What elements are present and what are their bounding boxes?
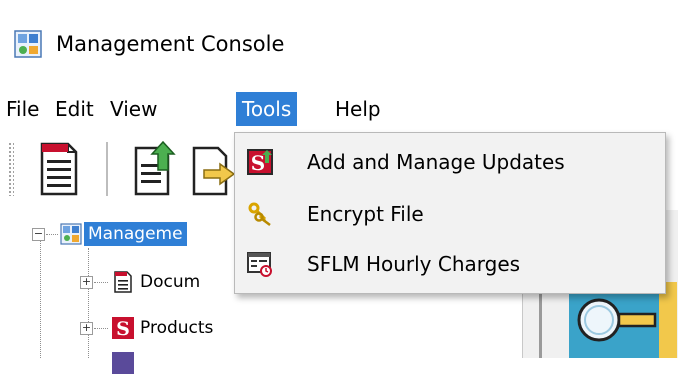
menu-item-sflm-hourly-charges[interactable]: SFLM Hourly Charges	[235, 239, 665, 289]
toolbar-grip[interactable]	[8, 142, 14, 196]
document-export-icon[interactable]	[190, 140, 236, 198]
menu-item-label: Encrypt File	[307, 202, 424, 226]
document-icon	[114, 271, 132, 293]
toolbar-separator	[106, 142, 108, 196]
tree-line	[88, 248, 89, 358]
menu-item-label: SFLM Hourly Charges	[307, 252, 521, 276]
menu-item-encrypt-file[interactable]: Encrypt File	[235, 189, 665, 239]
title-bar: Management Console	[0, 0, 678, 87]
tree-collapse-root[interactable]: −	[32, 228, 45, 241]
tree-line	[40, 240, 41, 358]
tree-expand-products[interactable]: +	[80, 322, 93, 335]
menu-file[interactable]: File	[0, 92, 45, 126]
keys-icon	[248, 202, 271, 226]
menu-edit[interactable]: Edit	[49, 92, 100, 126]
window-title: Management Console	[56, 32, 285, 56]
products-s-icon: S	[112, 317, 134, 339]
tree-line	[94, 328, 108, 329]
menu-bar: File Edit View Tools Help	[0, 86, 678, 130]
tree-node-partial-icon	[112, 352, 134, 374]
menu-help[interactable]: Help	[329, 92, 387, 126]
menu-view[interactable]: View	[104, 92, 163, 126]
svg-text:S: S	[116, 318, 130, 339]
tree-node-documents[interactable]: Docum	[140, 270, 200, 294]
tree-line	[94, 282, 108, 283]
tools-dropdown-menu: S Add and Manage Updates Encrypt File SF…	[234, 132, 666, 294]
management-console-icon	[14, 30, 42, 58]
tree-line	[46, 234, 58, 235]
tree-expand-documents[interactable]: +	[80, 276, 93, 289]
hourly-charges-icon	[247, 252, 272, 277]
menu-item-add-manage-updates[interactable]: S Add and Manage Updates	[235, 137, 665, 187]
management-console-icon	[60, 223, 82, 245]
document-update-icon[interactable]	[130, 140, 176, 198]
tree-node-products[interactable]: Products	[140, 316, 213, 340]
menu-item-label: Add and Manage Updates	[307, 150, 565, 174]
menu-tools[interactable]: Tools	[236, 92, 298, 126]
tree-node-root[interactable]: Manageme	[84, 222, 187, 246]
updates-s-icon: S	[247, 149, 273, 175]
document-list-icon[interactable]	[36, 140, 82, 198]
